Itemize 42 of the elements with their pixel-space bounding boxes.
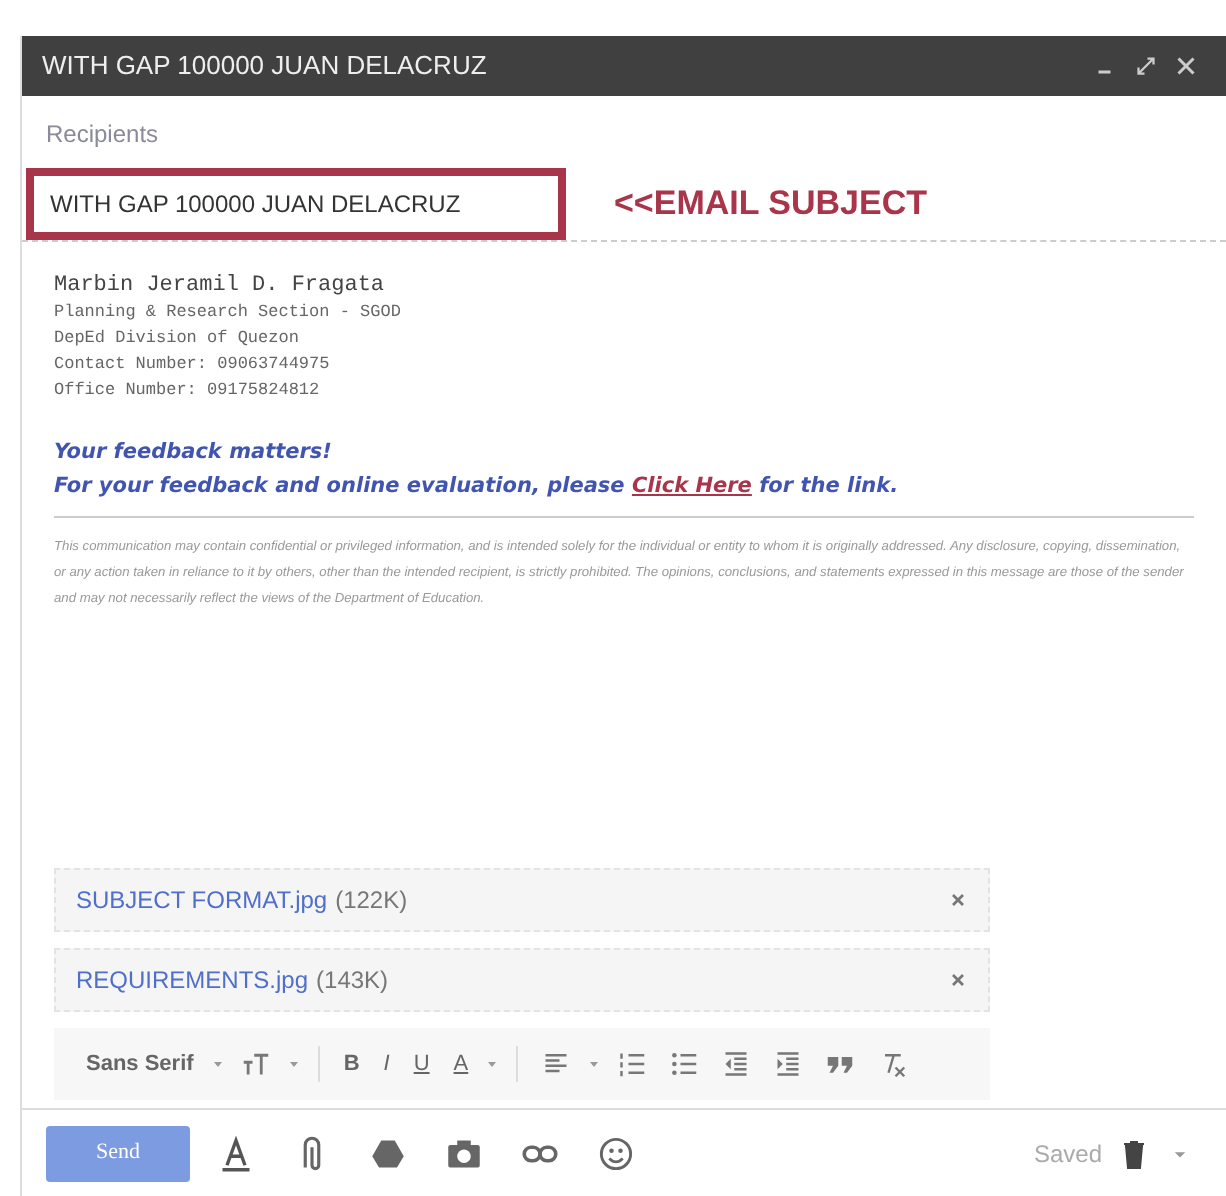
file-size: (122K) bbox=[335, 884, 408, 918]
underline-button[interactable]: U bbox=[405, 1047, 438, 1081]
signature-name: Marbin Jeramil D. Fragata bbox=[54, 274, 387, 300]
feedback-heading: Your feedback matters! bbox=[54, 438, 334, 468]
trash-icon[interactable] bbox=[1118, 1137, 1150, 1169]
bulleted-list-icon[interactable] bbox=[670, 1050, 699, 1078]
italic-button[interactable]: I bbox=[375, 1047, 398, 1081]
attachment-item[interactable]: REQUIREMENTS.jpg (143K) bbox=[54, 948, 990, 1012]
click-here-link[interactable]: Click Here bbox=[631, 474, 752, 498]
feedback-text: For your feedback and online evaluation, please Click Here for the link. bbox=[54, 472, 901, 502]
align-icon[interactable] bbox=[542, 1050, 571, 1078]
signature-line: Contact Number: 09063744975 bbox=[54, 352, 332, 378]
outdent-icon[interactable] bbox=[722, 1050, 751, 1078]
font-dropdown[interactable]: Sans Serif bbox=[78, 1047, 202, 1081]
window-title: WITH GAP 100000 JUAN DELACRUZ bbox=[42, 48, 489, 85]
caret-icon[interactable] bbox=[586, 1056, 603, 1072]
expand-icon[interactable] bbox=[1134, 54, 1158, 78]
save-status: Saved bbox=[1033, 1137, 1102, 1171]
smiley-icon[interactable] bbox=[598, 1135, 634, 1171]
text-format-icon[interactable] bbox=[218, 1135, 254, 1171]
caret-icon[interactable] bbox=[285, 1056, 302, 1072]
file-name[interactable]: REQUIREMENTS.jpg bbox=[76, 962, 309, 998]
camera-icon[interactable] bbox=[446, 1135, 482, 1171]
text-size-icon[interactable] bbox=[241, 1050, 270, 1078]
signature-line: Planning & Research Section - SGOD bbox=[54, 300, 403, 326]
send-button[interactable]: Send bbox=[46, 1125, 190, 1181]
file-name[interactable]: SUBJECT FORMAT.jpg bbox=[76, 882, 328, 918]
remove-icon[interactable] bbox=[948, 970, 968, 990]
signature-line: Office Number: 09175824812 bbox=[54, 378, 322, 404]
bold-button[interactable]: B bbox=[335, 1047, 368, 1081]
attachment-item[interactable]: SUBJECT FORMAT.jpg (122K) bbox=[54, 868, 990, 932]
annotation-label: <<EMAIL SUBJECT bbox=[614, 182, 928, 227]
file-size: (143K) bbox=[316, 964, 389, 998]
text-color-button[interactable]: A bbox=[445, 1047, 477, 1081]
subject-field[interactable]: WITH GAP 100000 JUAN DELACRUZ bbox=[26, 168, 566, 240]
numbered-list-icon[interactable] bbox=[618, 1050, 647, 1078]
signature-line: DepEd Division of Quezon bbox=[54, 326, 301, 352]
close-icon[interactable] bbox=[1174, 54, 1198, 78]
caret-icon[interactable] bbox=[484, 1056, 501, 1072]
indent-icon[interactable] bbox=[774, 1050, 803, 1078]
caret-icon[interactable] bbox=[209, 1056, 226, 1072]
remove-icon[interactable] bbox=[948, 890, 968, 910]
